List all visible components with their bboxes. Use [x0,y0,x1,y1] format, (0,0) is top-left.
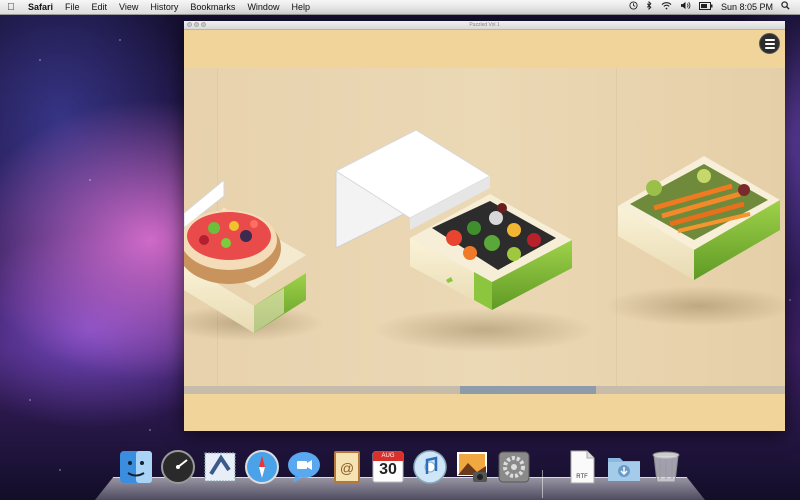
menu-line-icon [764,38,775,41]
time-machine-icon[interactable] [625,0,642,14]
menu-line-icon [764,46,775,49]
fruit-cake-box[interactable] [184,178,324,341]
menu-window[interactable]: Window [241,0,285,14]
window-titlebar[interactable]: Puzzled Vol 1 [184,21,785,30]
spotlight-icon[interactable] [777,0,794,14]
carousel-scroll-thumb[interactable] [460,386,596,394]
iphoto-icon[interactable] [453,448,491,486]
menu-history[interactable]: History [144,0,184,14]
finder-icon[interactable] [117,448,155,486]
menu-bookmarks[interactable]: Bookmarks [184,0,241,14]
ichat-icon[interactable] [285,448,323,486]
dock-separator [542,470,543,498]
address-book-icon[interactable]: @ [327,448,365,486]
volume-icon[interactable] [676,0,695,14]
puzzle-carousel [184,68,785,386]
menu-file[interactable]: File [59,0,86,14]
itunes-icon[interactable] [411,448,449,486]
window-title: Puzzled Vol 1 [469,22,500,28]
app-window: Puzzled Vol 1 [184,21,785,431]
menu-edit[interactable]: Edit [86,0,114,14]
trash-icon[interactable] [647,448,685,486]
menu-line-icon [764,42,775,45]
ical-month: AUG [381,453,395,459]
boxes-illustration [184,129,785,352]
rtf-label: RTF [576,474,588,480]
bottom-band [184,394,785,431]
menu-help[interactable]: Help [285,0,316,14]
ical-icon[interactable]: AUG 30 [369,448,407,486]
menu-clock[interactable]: Sun 8:05 PM [717,0,777,14]
mail-icon[interactable] [201,448,239,486]
system-preferences-icon[interactable] [495,448,533,486]
battery-icon[interactable] [695,0,717,14]
svg-text:@: @ [340,460,354,476]
vegetable-platter-box[interactable] [334,129,594,352]
hamburger-menu-button[interactable] [759,33,780,54]
rtf-document-icon[interactable]: RTF [563,448,601,486]
ical-day: 30 [379,461,397,478]
menu-view[interactable]: View [113,0,144,14]
dock: @ AUG 30 RTF [95,446,705,500]
top-band [184,30,785,68]
safari-icon[interactable] [243,448,281,486]
apple-menu-icon[interactable]:  [0,2,22,13]
menu-app-name[interactable]: Safari [22,0,59,14]
wifi-icon[interactable] [657,0,676,14]
menu-bar:  Safari File Edit View History Bookmark… [0,0,800,15]
carousel-scrollbar[interactable] [184,386,785,394]
carrots-box[interactable] [604,156,785,326]
downloads-folder-icon[interactable] [605,448,643,486]
menu-extras: Sun 8:05 PM [625,0,800,14]
bluetooth-icon[interactable] [642,0,657,14]
dashboard-icon[interactable] [159,448,197,486]
